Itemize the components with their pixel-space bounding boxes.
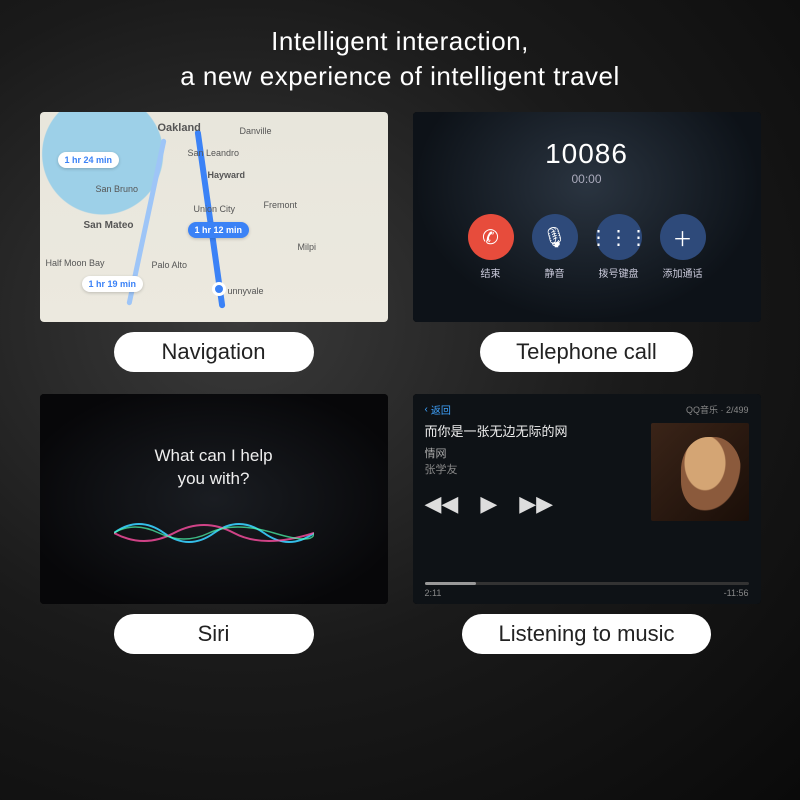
city-sanbruno: San Bruno [96, 184, 139, 194]
add-label: 添加通话 [663, 265, 703, 280]
route-bubble-2[interactable]: 1 hr 12 min [188, 222, 250, 238]
feature-grid: 9:41 .ııl LTE ♫ ✆ Oakland Danville San L… [0, 112, 800, 654]
song-subtitle: 情网 [425, 445, 641, 461]
city-fremont: Fremont [264, 200, 298, 210]
album-art [651, 423, 749, 521]
song-title: 而你是一张无边无际的网 [425, 423, 641, 441]
city-halfmoon: Half Moon Bay [46, 258, 105, 268]
city-unioncity: Union City [194, 204, 236, 214]
city-hayward: Hayward [208, 170, 246, 180]
chevron-left-icon: ‹ [425, 404, 428, 415]
caption-navigation: Navigation [114, 332, 314, 372]
queue-info: QQ音乐 · 2/499 [686, 403, 749, 416]
end-label: 结束 [481, 265, 501, 280]
siri-waveform-icon [114, 513, 314, 553]
album-portrait [681, 437, 741, 511]
call-buttons: ✆ 结束 🎙 静音 ⋮⋮⋮ 拨号键盘 ＋ 添加通话 [468, 214, 706, 280]
card-music: 9:41 .ııl LTE ♫ ✆ ‹ 返回 QQ音乐 · 2/499 而你 [407, 394, 766, 654]
route-bubble-1[interactable]: 1 hr 24 min [58, 152, 120, 168]
keypad-icon: ⋮⋮⋮ [596, 214, 642, 260]
music-body: 而你是一张无边无际的网 情网 张学友 ◀◀ ▶ ▶▶ [425, 423, 749, 582]
call-timer: 00:00 [571, 172, 601, 186]
screen-call: 9:41 .ııl LTE ♫ ✆ 10086 00:00 ✆ 结束 🎙 [413, 112, 761, 322]
song-artist: 张学友 [425, 461, 641, 477]
music-view: ‹ 返回 QQ音乐 · 2/499 而你是一张无边无际的网 情网 张学友 ◀◀ … [413, 394, 761, 604]
headline: Intelligent interaction, a new experienc… [0, 0, 800, 112]
time-row: 2:11 -11:56 [425, 588, 749, 598]
music-meta: 而你是一张无边无际的网 情网 张学友 ◀◀ ▶ ▶▶ [425, 423, 641, 582]
city-sanleandro: San Leandro [188, 148, 240, 158]
mute-label: 静音 [545, 265, 565, 280]
caption-call: Telephone call [480, 332, 693, 372]
city-oakland: Oakland [158, 122, 201, 134]
siri-prompt: What can I help you with? [154, 445, 272, 491]
next-button[interactable]: ▶▶ [519, 491, 553, 517]
time-remaining: -11:56 [724, 588, 749, 598]
destination-marker [212, 282, 226, 296]
back-label: 返回 [431, 402, 451, 417]
city-danville: Danville [240, 126, 272, 136]
time-elapsed: 2:11 [425, 588, 442, 598]
headline-line2: a new experience of intelligent travel [180, 61, 620, 91]
caption-siri: Siri [114, 614, 314, 654]
end-call-button[interactable]: ✆ 结束 [468, 214, 514, 280]
card-siri: 9:41 .ııl LTE ♫ ✆ What can I help you wi… [34, 394, 393, 654]
screen-navigation: 9:41 .ııl LTE ♫ ✆ Oakland Danville San L… [40, 112, 388, 322]
city-milpi: Milpi [298, 242, 317, 252]
mute-button[interactable]: 🎙 静音 [532, 214, 578, 280]
city-sanmateo: San Mateo [84, 220, 134, 231]
headline-line1: Intelligent interaction, [271, 26, 529, 56]
caption-music: Listening to music [462, 614, 710, 654]
siri-line2: you with? [178, 469, 250, 488]
route-bubble-3[interactable]: 1 hr 19 min [82, 276, 144, 292]
progress-fill [425, 582, 477, 585]
keypad-button[interactable]: ⋮⋮⋮ 拨号键盘 [596, 214, 642, 280]
map-view[interactable]: Oakland Danville San Leandro Hayward San… [40, 112, 388, 322]
siri-view[interactable]: What can I help you with? [40, 394, 388, 604]
keypad-label: 拨号键盘 [599, 265, 639, 280]
playback-controls: ◀◀ ▶ ▶▶ [425, 491, 641, 517]
screen-music: 9:41 .ııl LTE ♫ ✆ ‹ 返回 QQ音乐 · 2/499 而你 [413, 394, 761, 604]
mute-icon: 🎙 [532, 214, 578, 260]
call-number: 10086 [545, 138, 628, 170]
call-view: 10086 00:00 ✆ 结束 🎙 静音 ⋮⋮⋮ 拨号键盘 [413, 112, 761, 322]
city-sunnyvale: unnyvale [228, 286, 264, 296]
plus-icon: ＋ [660, 214, 706, 260]
progress-bar[interactable] [425, 582, 749, 585]
back-button[interactable]: ‹ 返回 [425, 402, 451, 417]
screen-siri: 9:41 .ııl LTE ♫ ✆ What can I help you wi… [40, 394, 388, 604]
add-call-button[interactable]: ＋ 添加通话 [660, 214, 706, 280]
siri-line1: What can I help [154, 446, 272, 465]
play-button[interactable]: ▶ [480, 491, 497, 517]
card-navigation: 9:41 .ııl LTE ♫ ✆ Oakland Danville San L… [34, 112, 393, 372]
hangup-icon: ✆ [468, 214, 514, 260]
city-paloalto: Palo Alto [152, 260, 188, 270]
music-topbar: ‹ 返回 QQ音乐 · 2/499 [425, 402, 749, 417]
prev-button[interactable]: ◀◀ [425, 491, 459, 517]
card-call: 9:41 .ııl LTE ♫ ✆ 10086 00:00 ✆ 结束 🎙 [407, 112, 766, 372]
